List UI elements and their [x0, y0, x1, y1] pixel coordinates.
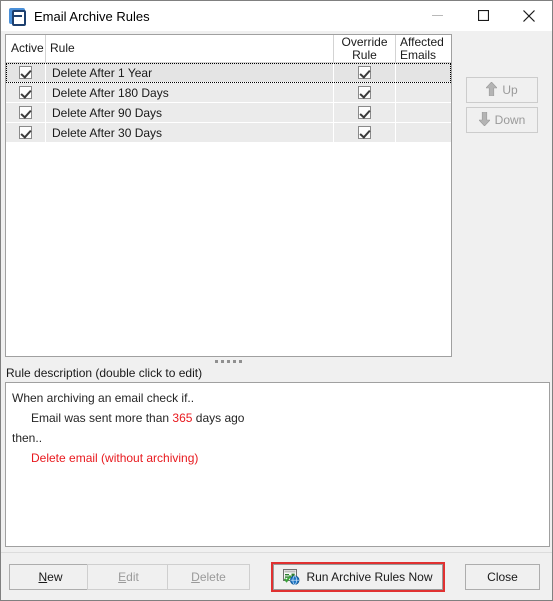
delete-button-accel: D — [191, 570, 200, 584]
new-button[interactable]: New — [9, 564, 92, 590]
description-line-then: then.. — [12, 431, 43, 445]
table-empty-area — [6, 143, 451, 356]
row-override-checkbox-cell[interactable] — [334, 63, 396, 82]
condition-prefix: Email was sent more than — [31, 411, 173, 425]
checkbox-override[interactable] — [358, 126, 371, 139]
move-up-button[interactable]: Up — [466, 77, 538, 103]
row-rule-name: Delete After 1 Year — [46, 63, 334, 82]
row-rule-name: Delete After 90 Days — [46, 103, 334, 122]
arrow-up-icon — [485, 81, 499, 99]
delete-button[interactable]: Delete — [167, 564, 250, 590]
title-bar[interactable]: Email Archive Rules — [1, 1, 552, 31]
run-rules-icon — [283, 569, 300, 585]
window-title: Email Archive Rules — [34, 8, 150, 24]
app-archive-icon — [9, 8, 26, 26]
checkbox-active[interactable] — [19, 66, 32, 79]
edit-button[interactable]: Edit — [87, 564, 170, 590]
move-down-button[interactable]: Down — [466, 107, 538, 133]
condition-suffix: days ago — [192, 411, 245, 425]
move-down-label: Down — [494, 113, 526, 127]
description-line-action[interactable]: Delete email (without archiving) — [12, 448, 543, 468]
checkbox-active[interactable] — [19, 86, 32, 99]
rule-description-panel[interactable]: When archiving an email check if.. Email… — [5, 382, 550, 547]
checkbox-override[interactable] — [358, 86, 371, 99]
rule-description-label: Rule description (double click to edit) — [6, 366, 203, 380]
splitter-handle[interactable] — [5, 357, 452, 365]
checkbox-override[interactable] — [358, 106, 371, 119]
edit-button-label-rest: dit — [126, 570, 139, 584]
checkbox-active[interactable] — [19, 126, 32, 139]
column-header-affected-emails[interactable]: Affected Emails — [396, 35, 451, 62]
row-active-checkbox-cell[interactable] — [6, 103, 46, 122]
row-affected-emails — [396, 123, 451, 142]
maximize-icon[interactable] — [460, 1, 506, 30]
row-rule-name: Delete After 30 Days — [46, 123, 334, 142]
row-override-checkbox-cell[interactable] — [334, 83, 396, 102]
row-affected-emails — [396, 103, 451, 122]
reorder-panel: Up Down — [453, 34, 550, 357]
edit-button-accel: E — [118, 570, 127, 584]
close-button-label: Close — [487, 570, 518, 584]
delete-button-label-rest: elete — [199, 570, 226, 584]
description-line-when: When archiving an email check if.. — [12, 391, 195, 405]
move-up-label: Up — [502, 83, 518, 97]
row-active-checkbox-cell[interactable] — [6, 83, 46, 102]
arrow-down-icon — [477, 111, 491, 129]
row-override-checkbox-cell[interactable] — [334, 103, 396, 122]
row-affected-emails — [396, 83, 451, 102]
column-header-active[interactable]: Active — [6, 35, 46, 62]
dialog-button-bar: New Edit Delete Run Archive Rules Now Cl… — [1, 552, 552, 600]
run-archive-rules-now-label: Run Archive Rules Now — [306, 570, 433, 584]
row-override-checkbox-cell[interactable] — [334, 123, 396, 142]
checkbox-active[interactable] — [19, 106, 32, 119]
row-affected-emails — [396, 63, 451, 82]
rules-table[interactable]: Active Rule Override Rule Affected Email… — [5, 34, 452, 357]
column-header-rule[interactable]: Rule — [46, 35, 334, 62]
new-button-label-rest: ew — [47, 570, 63, 584]
table-row[interactable]: Delete After 1 Year — [6, 63, 451, 83]
row-active-checkbox-cell[interactable] — [6, 63, 46, 82]
row-rule-name: Delete After 180 Days — [46, 83, 334, 102]
condition-days-value[interactable]: 365 — [172, 411, 192, 425]
checkbox-override[interactable] — [358, 66, 371, 79]
column-header-override-rule[interactable]: Override Rule — [334, 35, 396, 62]
close-button[interactable]: Close — [465, 564, 540, 590]
table-header-row: Active Rule Override Rule Affected Email… — [6, 35, 451, 63]
new-button-accel: N — [38, 570, 48, 584]
email-archive-rules-window: Email Archive Rules Active Rule Override… — [0, 0, 553, 601]
table-row[interactable]: Delete After 90 Days — [6, 103, 451, 123]
minimize-icon[interactable] — [414, 1, 460, 30]
table-row[interactable]: Delete After 30 Days — [6, 123, 451, 143]
close-icon[interactable] — [506, 1, 552, 30]
run-archive-rules-now-button[interactable]: Run Archive Rules Now — [273, 564, 443, 590]
table-row[interactable]: Delete After 180 Days — [6, 83, 451, 103]
description-line-condition: Email was sent more than 365 days ago — [12, 408, 543, 428]
row-active-checkbox-cell[interactable] — [6, 123, 46, 142]
